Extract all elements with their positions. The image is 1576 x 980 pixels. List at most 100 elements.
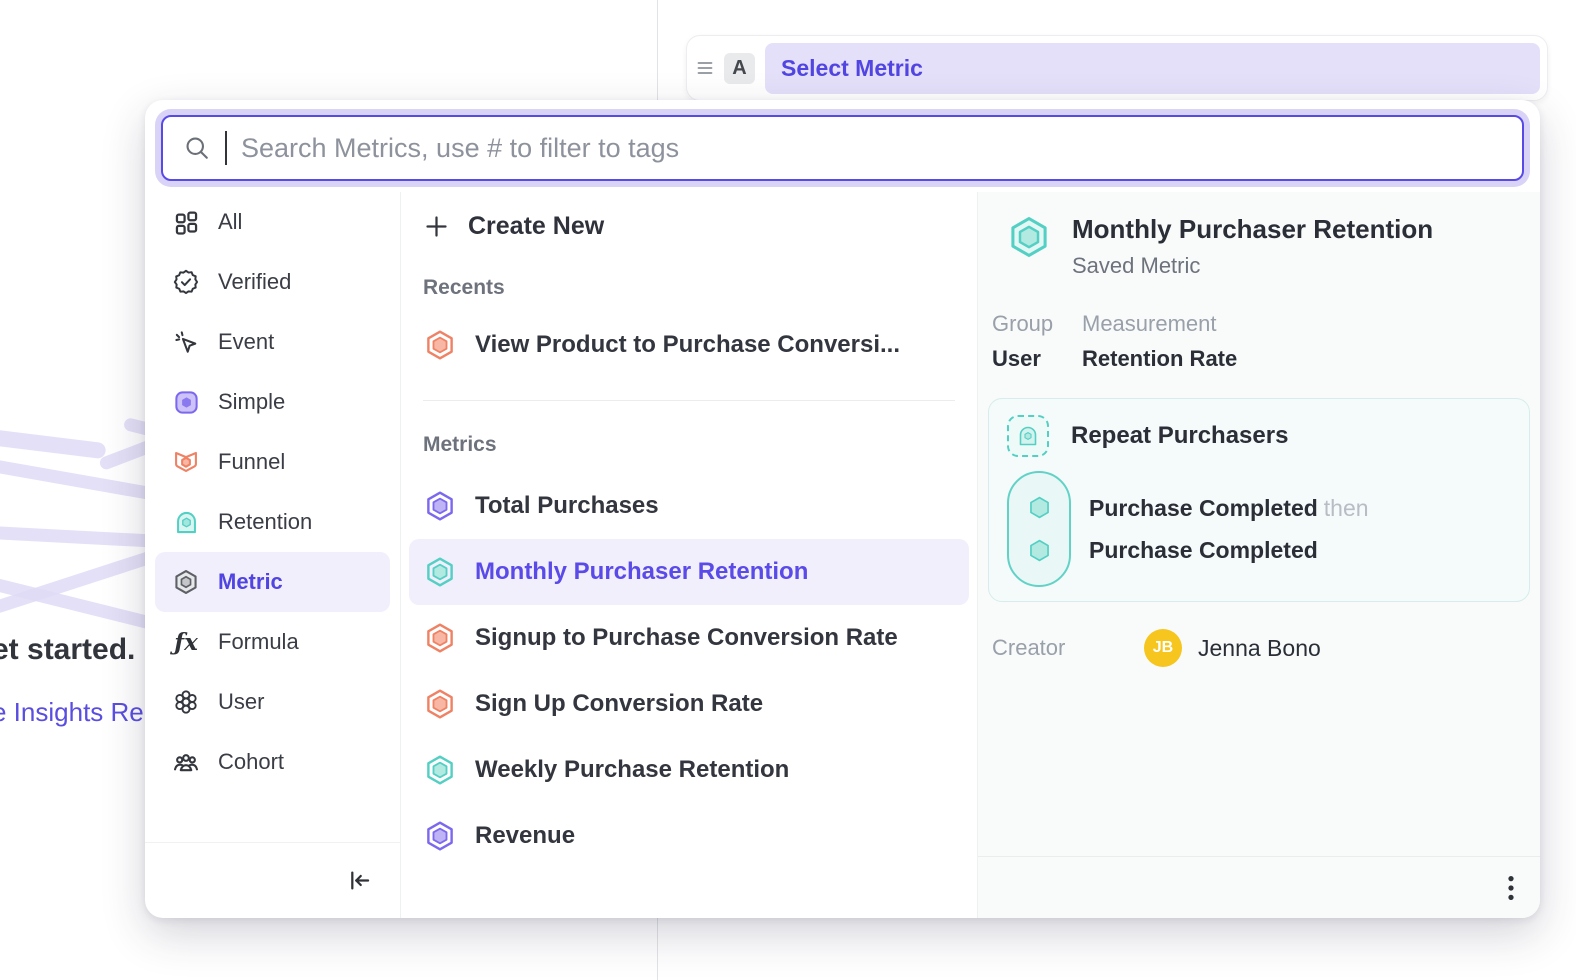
group-value: User (992, 346, 1082, 372)
metric-item-label: View Product to Purchase Conversi... (475, 331, 900, 359)
metric-hexagon-icon (423, 489, 457, 523)
sidebar-item-label: Event (218, 329, 274, 355)
saved-metric-hexagon-icon (1006, 214, 1052, 260)
sidebar-item-retention[interactable]: Retention (155, 492, 390, 552)
sidebar-item-label: User (218, 689, 264, 715)
detail-panel-footer (978, 856, 1540, 918)
retention-definition-icon (1007, 415, 1049, 457)
sidebar-item-label: Verified (218, 269, 291, 295)
sidebar-item-label: Formula (218, 629, 299, 655)
step-connector: then (1324, 495, 1369, 521)
category-sidebar: All Verified Event Simple Funnel Retention Met… (145, 192, 401, 918)
create-new-button[interactable]: Create New (423, 202, 955, 250)
metric-hexagon-icon (423, 753, 457, 787)
search-icon (183, 134, 211, 162)
sidebar-item-user[interactable]: User (155, 672, 390, 732)
metric-selector-modal: All Verified Event Simple Funnel Retention Met… (145, 100, 1540, 918)
detail-subtitle: Saved Metric (1072, 253, 1433, 279)
clause-letter-badge: A (724, 53, 755, 84)
detail-title: Monthly Purchaser Retention (1072, 214, 1433, 245)
metric-icon (171, 567, 201, 597)
search-box[interactable] (161, 115, 1524, 181)
recents-heading: Recents (423, 276, 955, 300)
metric-item-label: Revenue (475, 822, 575, 850)
formula-icon: ƒx (171, 627, 201, 657)
metric-clause-row: A Select Metric (686, 35, 1548, 101)
collapse-sidebar-icon[interactable] (345, 867, 372, 894)
metric-detail-panel: Monthly Purchaser Retention Saved Metric… (978, 192, 1540, 918)
metrics-heading: Metrics (423, 433, 955, 457)
text-cursor (225, 131, 227, 165)
sidebar-item-event[interactable]: Event (155, 312, 390, 372)
sidebar-item-label: All (218, 209, 242, 235)
sidebar-item-label: Cohort (218, 749, 284, 775)
metric-hexagon-icon (423, 555, 457, 589)
sidebar-item-label: Metric (218, 569, 283, 595)
metric-list-column: Create New Recents View Product to Purch… (401, 192, 978, 918)
sidebar-footer (145, 842, 400, 918)
metric-hexagon-icon (423, 819, 457, 853)
section-divider (423, 400, 955, 401)
verified-icon (171, 267, 201, 297)
creator-label: Creator (992, 635, 1144, 661)
metric-item-label: Weekly Purchase Retention (475, 756, 789, 784)
metric-item-label: Monthly Purchaser Retention (475, 558, 808, 586)
metric-meta: Group User Measurement Retention Rate (992, 311, 1526, 372)
metric-definition-card: Repeat Purchasers Purchase Completedthen (988, 398, 1530, 602)
recent-metric-item[interactable]: View Product to Purchase Conversi... (409, 314, 969, 376)
sidebar-item-label: Funnel (218, 449, 285, 475)
funnel-icon (171, 447, 201, 477)
sidebar-item-funnel[interactable]: Funnel (155, 432, 390, 492)
metric-list-item[interactable]: Total Purchases (409, 473, 969, 539)
metric-list-item[interactable]: Revenue (409, 803, 969, 869)
metric-list-item[interactable]: Monthly Purchaser Retention (409, 539, 969, 605)
cohort-icon (171, 747, 201, 777)
definition-name: Repeat Purchasers (1071, 422, 1288, 450)
select-metric-button[interactable]: Select Metric (765, 43, 1540, 94)
user-icon (171, 687, 201, 717)
recents-list: View Product to Purchase Conversi... (423, 314, 955, 376)
grid-icon (171, 207, 201, 237)
group-label: Group (992, 311, 1082, 337)
event-sequence-capsule (1007, 471, 1071, 587)
select-metric-label: Select Metric (781, 55, 923, 82)
sidebar-item-formula[interactable]: ƒx Formula (155, 612, 390, 672)
definition-step: Purchase Completedthen (1089, 495, 1369, 522)
creator-row: Creator JB Jenna Bono (992, 628, 1526, 668)
measurement-label: Measurement (1082, 311, 1237, 337)
retention-icon (171, 507, 201, 537)
metric-list-item[interactable]: Signup to Purchase Conversion Rate (409, 605, 969, 671)
metrics-list: Total Purchases Monthly Purchaser Retenti… (423, 473, 955, 869)
drag-handle-icon[interactable] (696, 60, 714, 76)
metric-item-label: Signup to Purchase Conversion Rate (475, 624, 898, 652)
sidebar-item-metric[interactable]: Metric (155, 552, 390, 612)
background-insights-link-fragment[interactable]: e Insights Re (0, 697, 144, 728)
measurement-value: Retention Rate (1082, 346, 1237, 372)
metric-hexagon-icon (423, 621, 457, 655)
sidebar-item-simple[interactable]: Simple (155, 372, 390, 432)
metric-hexagon-icon (423, 328, 457, 362)
event-hexagon-icon (1026, 494, 1053, 521)
background-headline-fragment: et started. (0, 633, 135, 667)
metric-item-label: Sign Up Conversion Rate (475, 690, 763, 718)
sidebar-item-all[interactable]: All (155, 192, 390, 252)
sidebar-item-cohort[interactable]: Cohort (155, 732, 390, 792)
metric-list-item[interactable]: Sign Up Conversion Rate (409, 671, 969, 737)
category-list: All Verified Event Simple Funnel Retention Met… (145, 192, 400, 842)
plus-icon (423, 213, 450, 240)
metric-list-item[interactable]: Weekly Purchase Retention (409, 737, 969, 803)
more-options-icon[interactable] (1506, 873, 1516, 903)
definition-step: Purchase Completed (1089, 537, 1369, 564)
sidebar-item-label: Simple (218, 389, 285, 415)
metric-hexagon-icon (423, 687, 457, 721)
event-icon (171, 327, 201, 357)
simple-icon (171, 387, 201, 417)
sidebar-item-label: Retention (218, 509, 312, 535)
search-input[interactable] (241, 133, 1502, 164)
creator-name: Jenna Bono (1198, 635, 1321, 662)
creator-avatar: JB (1144, 629, 1182, 667)
event-hexagon-icon (1026, 537, 1053, 564)
sidebar-item-verified[interactable]: Verified (155, 252, 390, 312)
create-new-label: Create New (468, 212, 604, 241)
metric-item-label: Total Purchases (475, 492, 659, 520)
